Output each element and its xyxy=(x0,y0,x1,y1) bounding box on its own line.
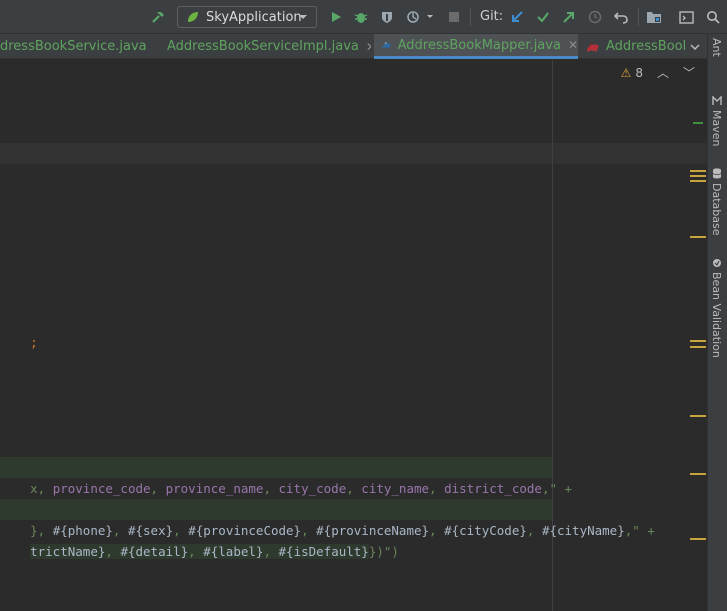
git-commit-check-icon[interactable] xyxy=(534,0,552,34)
stop-square-icon[interactable] xyxy=(446,0,462,34)
tool-window-maven[interactable]: Maven xyxy=(710,96,723,146)
tab-label: dressBookService.java xyxy=(0,39,147,54)
next-highlight-chevron-down-icon[interactable]: ﹀ xyxy=(683,64,695,81)
tab-label: AddressBool xyxy=(606,39,687,54)
close-icon[interactable]: ✕ xyxy=(366,40,371,54)
error-stripe-warning-marker[interactable] xyxy=(690,236,706,238)
tool-window-database[interactable]: Database xyxy=(710,168,723,236)
code-token: ; xyxy=(30,335,38,350)
history-clock-icon[interactable] xyxy=(586,0,604,34)
code-token: , xyxy=(346,481,362,496)
run-configuration-select[interactable]: SkyApplication xyxy=(177,6,317,28)
code-token: , xyxy=(263,481,279,496)
error-stripe-warning-marker[interactable] xyxy=(690,473,706,475)
close-icon[interactable]: ✕ xyxy=(568,38,578,52)
code-token: , xyxy=(105,544,121,559)
code-token: , xyxy=(526,523,542,538)
error-stripe-warning-marker[interactable] xyxy=(690,346,706,348)
git-label: Git: xyxy=(480,9,504,24)
warning-triangle-icon: ⚠ xyxy=(620,65,632,80)
current-line-highlight xyxy=(0,143,707,164)
tab-label: AddressBookMapper.java xyxy=(397,37,561,53)
code-token: , xyxy=(188,544,204,559)
profiler-icon[interactable] xyxy=(404,0,436,34)
code-token: trictName} xyxy=(30,544,106,559)
code-line-insert-columns: x, province_code, province_name, city_co… xyxy=(0,457,572,496)
error-stripe-change-marker[interactable] xyxy=(693,122,703,124)
right-tool-window-strip: Ant Maven Database Bean Validation xyxy=(707,34,727,611)
bean-validation-icon xyxy=(712,259,721,267)
tab-address-book-service[interactable]: dressBookService.java ✕ xyxy=(0,34,153,59)
code-token: , xyxy=(429,481,445,496)
code-token: ," + xyxy=(624,523,655,538)
code-token: city_code xyxy=(278,481,347,496)
code-token: #{detail} xyxy=(120,544,189,559)
code-token: #{cityName} xyxy=(541,523,625,538)
mybatis-mapper-icon xyxy=(382,41,391,49)
error-stripe-warning-marker[interactable] xyxy=(690,170,706,172)
spring-leaf-icon xyxy=(188,12,198,22)
tool-window-label: Database xyxy=(710,183,723,236)
mybatis-bird-icon xyxy=(587,41,599,52)
tool-window-label: Ant xyxy=(710,38,723,57)
error-stripe-warning-marker[interactable] xyxy=(690,340,706,342)
previous-highlight-chevron-up-icon[interactable]: ︿ xyxy=(657,64,669,81)
code-token: , xyxy=(429,523,445,538)
code-token: , xyxy=(150,481,166,496)
error-stripe-warning-marker[interactable] xyxy=(690,415,706,417)
code-token: province_name xyxy=(165,481,264,496)
tool-window-label: Bean Validation xyxy=(710,272,723,358)
error-stripe-warning-marker[interactable] xyxy=(690,175,706,177)
git-update-arrow-icon[interactable] xyxy=(508,0,526,34)
code-line-insert-columns-end: is_default)" + xyxy=(0,478,143,517)
git-push-arrow-icon[interactable] xyxy=(560,0,578,34)
project-structure-folder-icon[interactable] xyxy=(645,0,663,34)
code-token: district_code xyxy=(444,481,542,496)
tab-address-book-service-impl[interactable]: C AddressBookServiceImpl.java ✕ xyxy=(157,34,371,59)
error-stripe-warning-marker[interactable] xyxy=(690,538,706,540)
code-token: })") xyxy=(368,544,399,559)
chevron-down-icon xyxy=(299,15,307,19)
code-editor[interactable]: ⚠ 8 ︿ ﹀ ; x, province_code, province_nam… xyxy=(0,60,707,611)
tab-label: AddressBookServiceImpl.java xyxy=(167,39,359,54)
tool-window-ant[interactable]: Ant xyxy=(710,38,723,57)
run-configuration-label: SkyApplication xyxy=(206,9,302,25)
error-stripe-warning-marker[interactable] xyxy=(690,180,706,182)
tab-address-book-overflow[interactable]: AddressBool xyxy=(582,34,687,59)
code-token: #{cityCode} xyxy=(444,523,527,538)
code-token: #{label} xyxy=(203,544,264,559)
run-anything-window-icon[interactable] xyxy=(677,0,695,34)
inspection-widget[interactable]: ⚠ 8 ︿ ﹀ xyxy=(621,64,695,81)
database-cylinder-icon xyxy=(712,168,721,179)
rollback-undo-icon[interactable] xyxy=(612,0,630,34)
warning-count: 8 xyxy=(635,65,643,80)
code-line-insert-values: }, #{phone}, #{sex}, #{provinceCode}, #{… xyxy=(0,499,655,538)
toolbar-separator xyxy=(470,8,471,26)
build-hammer-icon[interactable] xyxy=(148,0,168,34)
coverage-shield-icon[interactable] xyxy=(378,0,396,34)
code-line-semicolon: ; xyxy=(0,311,38,350)
code-token: city_name xyxy=(361,481,430,496)
run-play-icon[interactable] xyxy=(327,0,345,34)
code-token: #{isDefault} xyxy=(278,544,369,559)
tool-window-label: Maven xyxy=(710,110,723,147)
toolbar-separator xyxy=(638,8,639,26)
maven-m-icon xyxy=(711,96,722,105)
code-line-insert-values-end: trictName}, #{detail}, #{label}, #{isDef… xyxy=(0,520,399,559)
main-toolbar: SkyApplication Git: xyxy=(0,0,727,34)
code-token: , xyxy=(263,544,279,559)
code-token: ," + xyxy=(541,481,573,496)
tab-address-book-mapper[interactable]: AddressBookMapper.java ✕ xyxy=(374,34,578,59)
search-everywhere-icon[interactable] xyxy=(703,0,723,34)
debug-bug-icon[interactable] xyxy=(352,0,370,34)
tab-overflow-chevron-icon[interactable] xyxy=(685,34,705,59)
editor-tab-bar: dressBookService.java ✕ C AddressBookSer… xyxy=(0,34,707,59)
tool-window-bean-validation[interactable]: Bean Validation xyxy=(710,258,723,358)
